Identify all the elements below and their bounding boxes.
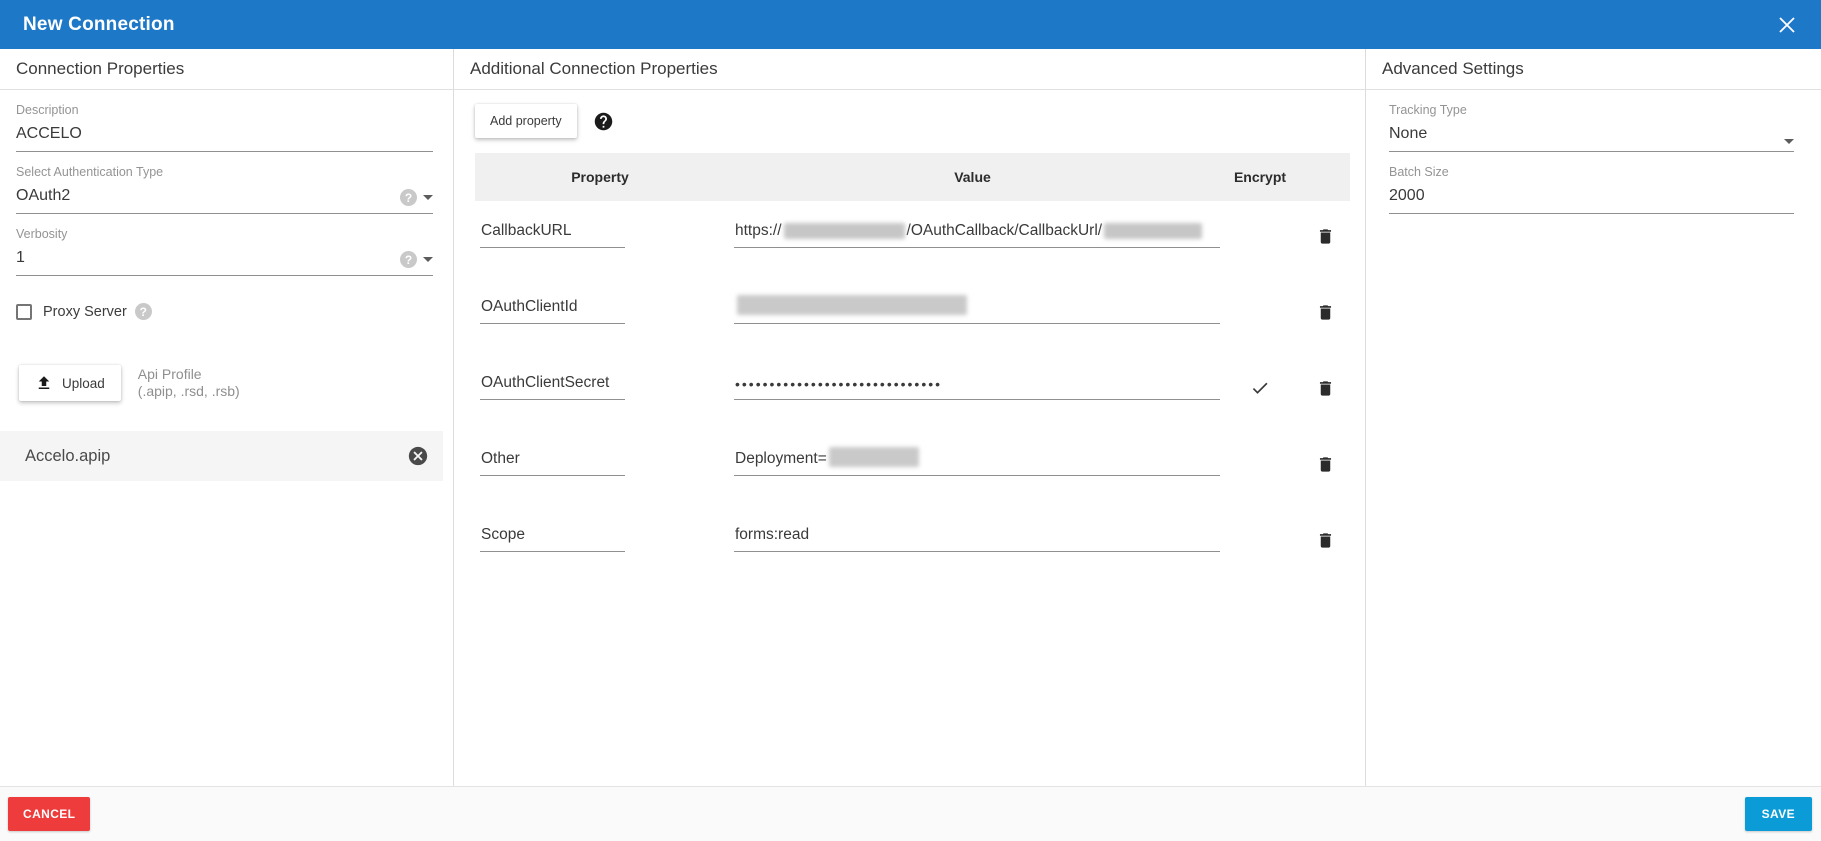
- close-icon: [1778, 16, 1796, 34]
- connection-properties-title: Connection Properties: [0, 49, 453, 90]
- column-header-encrypt: Encrypt: [1220, 169, 1300, 185]
- cancel-button[interactable]: CANCEL: [8, 797, 90, 831]
- description-label: Description: [16, 103, 433, 118]
- property-row: CallbackURL https:///OAuthCallback/Callb…: [475, 201, 1350, 277]
- tracking-type-select[interactable]: None: [1389, 118, 1794, 152]
- help-icon[interactable]: ?: [400, 189, 417, 206]
- advanced-settings-title: Advanced Settings: [1366, 49, 1821, 90]
- column-header-value: Value: [725, 169, 1220, 185]
- redacted-value: [829, 447, 919, 467]
- trash-icon: [1316, 303, 1335, 322]
- property-value-input[interactable]: ••••••••••••••••••••••••••••••: [734, 376, 1220, 400]
- properties-table: Property Value Encrypt CallbackURL https…: [475, 153, 1350, 581]
- additional-properties-title: Additional Connection Properties: [454, 49, 1365, 90]
- verbosity-label: Verbosity: [16, 227, 433, 242]
- property-row: OAuthClientId: [475, 277, 1350, 353]
- tracking-type-label: Tracking Type: [1389, 103, 1794, 118]
- arrow-drop-down-icon: [423, 257, 433, 262]
- trash-icon: [1316, 379, 1335, 398]
- delete-button[interactable]: [1316, 455, 1335, 474]
- uploaded-file-name: Accelo.apip: [25, 447, 110, 466]
- redacted-value: [784, 223, 905, 239]
- property-name-input[interactable]: Scope: [480, 526, 625, 552]
- api-profile-caption: Api Profile (.apip, .rsd, .rsb): [138, 366, 240, 400]
- tracking-type-field: Tracking Type None: [1389, 103, 1794, 152]
- upload-button[interactable]: Upload: [19, 365, 121, 401]
- delete-button[interactable]: [1316, 531, 1335, 550]
- trash-icon: [1316, 227, 1335, 246]
- batch-size-input[interactable]: 2000: [1389, 180, 1794, 214]
- delete-button[interactable]: [1316, 227, 1335, 246]
- property-row: Scope forms:read: [475, 505, 1350, 581]
- new-connection-dialog: New Connection Connection Properties Des…: [0, 0, 1821, 841]
- auth-type-field: Select Authentication Type OAuth2 ?: [16, 165, 433, 214]
- delete-button[interactable]: [1316, 303, 1335, 322]
- close-button[interactable]: [1776, 14, 1798, 36]
- redacted-value: [737, 295, 967, 315]
- help-icon: [593, 111, 614, 132]
- help-icon[interactable]: ?: [400, 251, 417, 268]
- save-button[interactable]: SAVE: [1745, 797, 1812, 831]
- redacted-value: [1104, 223, 1202, 239]
- property-row: OAuthClientSecret ••••••••••••••••••••••…: [475, 353, 1350, 429]
- advanced-settings-panel: Advanced Settings Tracking Type None Bat…: [1366, 49, 1821, 786]
- property-name-input[interactable]: CallbackURL: [480, 222, 625, 248]
- description-field: Description ACCELO: [16, 103, 433, 152]
- encrypted-toggle[interactable]: [1250, 378, 1270, 398]
- property-name-input[interactable]: Other: [480, 450, 625, 476]
- add-property-button[interactable]: Add property: [475, 104, 577, 138]
- proxy-server-checkbox[interactable]: [16, 304, 32, 320]
- connection-properties-panel: Connection Properties Description ACCELO…: [0, 49, 454, 786]
- trash-icon: [1316, 531, 1335, 550]
- property-row: Other Deployment=: [475, 429, 1350, 505]
- check-icon: [1250, 378, 1270, 398]
- trash-icon: [1316, 455, 1335, 474]
- property-value-input[interactable]: https:///OAuthCallback/CallbackUrl/: [734, 222, 1220, 248]
- verbosity-select[interactable]: 1 ?: [16, 242, 433, 276]
- property-name-input[interactable]: OAuthClientId: [480, 298, 625, 324]
- property-value-input[interactable]: Deployment=: [734, 447, 1220, 476]
- batch-size-label: Batch Size: [1389, 165, 1794, 180]
- auth-type-label: Select Authentication Type: [16, 165, 433, 180]
- arrow-drop-down-icon: [1784, 139, 1794, 144]
- dialog-titlebar: New Connection: [0, 0, 1821, 49]
- verbosity-field: Verbosity 1 ?: [16, 227, 433, 276]
- help-button[interactable]: [593, 111, 614, 132]
- column-header-property: Property: [475, 169, 725, 185]
- dialog-title: New Connection: [23, 14, 175, 36]
- property-value-input[interactable]: forms:read: [734, 526, 1220, 552]
- arrow-drop-down-icon: [423, 195, 433, 200]
- auth-type-select[interactable]: OAuth2 ?: [16, 180, 433, 214]
- properties-table-header: Property Value Encrypt: [475, 153, 1350, 201]
- batch-size-field: Batch Size 2000: [1389, 165, 1794, 214]
- remove-file-icon[interactable]: [407, 445, 429, 467]
- property-value-input[interactable]: [734, 295, 1220, 324]
- upload-icon: [35, 374, 53, 392]
- uploaded-file-row: Accelo.apip: [0, 431, 443, 481]
- additional-properties-panel: Additional Connection Properties Add pro…: [454, 49, 1366, 786]
- proxy-server-label: Proxy Server: [43, 304, 127, 320]
- description-input[interactable]: ACCELO: [16, 118, 433, 152]
- help-icon[interactable]: ?: [135, 303, 152, 320]
- dialog-footer: CANCEL SAVE: [0, 786, 1821, 841]
- property-name-input[interactable]: OAuthClientSecret: [480, 374, 625, 400]
- delete-button[interactable]: [1316, 379, 1335, 398]
